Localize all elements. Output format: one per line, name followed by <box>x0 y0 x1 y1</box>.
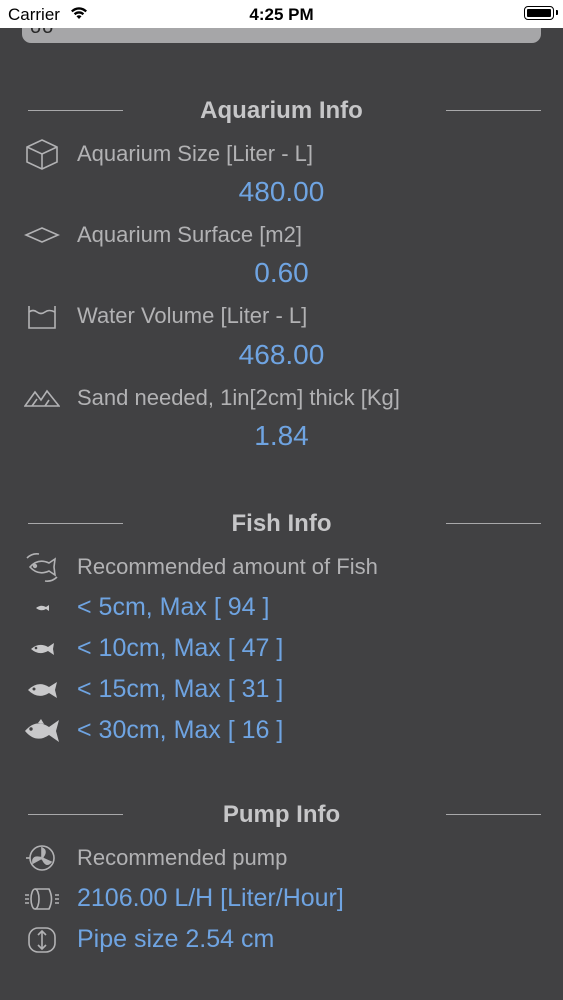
fish-xlarge-icon <box>24 715 60 747</box>
aquarium-info-header: Aquarium Info <box>0 90 563 130</box>
pipe-size-icon <box>24 924 60 956</box>
recommended-pump-label: Recommended pump <box>77 845 288 870</box>
pump-info-header: Pump Info <box>0 794 563 834</box>
aquarium-size-value: 480.00 <box>238 176 325 207</box>
fish-30cm-label: < 30cm, Max [ 16 ] <box>77 716 284 744</box>
pump-flow-value: 2106.00 L/H [Liter/Hour] <box>77 884 344 912</box>
divider <box>446 814 541 815</box>
pipe-size-value: Pipe size 2.54 cm <box>77 925 275 953</box>
sand-needed-row: Sand needed, 1in[2cm] thick [Kg] <box>0 380 563 416</box>
fish-5cm-row: < 5cm, Max [ 94 ] <box>0 590 563 626</box>
sand-needed-value: 1.84 <box>254 420 309 451</box>
divider <box>446 523 541 524</box>
recommended-fish-row: Recommended amount of Fish <box>0 549 563 585</box>
status-bar: Carrier 4:25 PM <box>0 0 563 28</box>
water-tank-icon <box>24 300 60 332</box>
surface-icon <box>24 219 60 251</box>
sand-needed-label: Sand needed, 1in[2cm] thick [Kg] <box>77 385 400 410</box>
pump-flow-row: 2106.00 L/H [Liter/Hour] <box>0 881 563 917</box>
top-panel-text: oo <box>30 28 54 39</box>
cube-icon <box>24 138 60 170</box>
water-volume-value: 468.00 <box>238 339 325 370</box>
recommended-fish-label: Recommended amount of Fish <box>77 554 378 579</box>
fish-10cm-row: < 10cm, Max [ 47 ] <box>0 631 563 667</box>
divider <box>446 110 541 111</box>
water-volume-row: Water Volume [Liter - L] <box>0 298 563 334</box>
aquarium-info-title: Aquarium Info <box>200 97 363 124</box>
fish-recycle-icon <box>24 551 60 583</box>
fish-15cm-label: < 15cm, Max [ 31 ] <box>77 675 284 703</box>
battery-icon <box>524 6 558 20</box>
fish-info-header: Fish Info <box>0 503 563 543</box>
aquarium-size-row: Aquarium Size [Liter - L] <box>0 136 563 172</box>
fish-10cm-label: < 10cm, Max [ 47 ] <box>77 634 284 662</box>
fish-30cm-row: < 30cm, Max [ 16 ] <box>0 713 563 749</box>
aquarium-surface-value: 0.60 <box>254 257 309 288</box>
fish-small-icon <box>24 592 60 624</box>
pipe-flow-icon <box>24 883 60 915</box>
fish-large-icon <box>24 674 60 706</box>
aquarium-surface-row: Aquarium Surface [m2] <box>0 217 563 253</box>
fish-15cm-row: < 15cm, Max [ 31 ] <box>0 672 563 708</box>
pump-icon <box>24 842 60 874</box>
water-volume-label: Water Volume [Liter - L] <box>77 303 308 328</box>
fish-medium-icon <box>24 633 60 665</box>
aquarium-size-label: Aquarium Size [Liter - L] <box>77 141 313 166</box>
aquarium-surface-label: Aquarium Surface [m2] <box>77 222 302 247</box>
recommended-pump-row: Recommended pump <box>0 840 563 876</box>
clock: 4:25 PM <box>249 5 314 24</box>
pipe-size-row: Pipe size 2.54 cm <box>0 922 563 958</box>
sand-icon <box>23 382 61 414</box>
top-panel: oo <box>22 28 541 43</box>
fish-5cm-label: < 5cm, Max [ 94 ] <box>77 593 270 621</box>
fish-info-title: Fish Info <box>231 510 332 537</box>
pump-info-title: Pump Info <box>222 801 341 828</box>
